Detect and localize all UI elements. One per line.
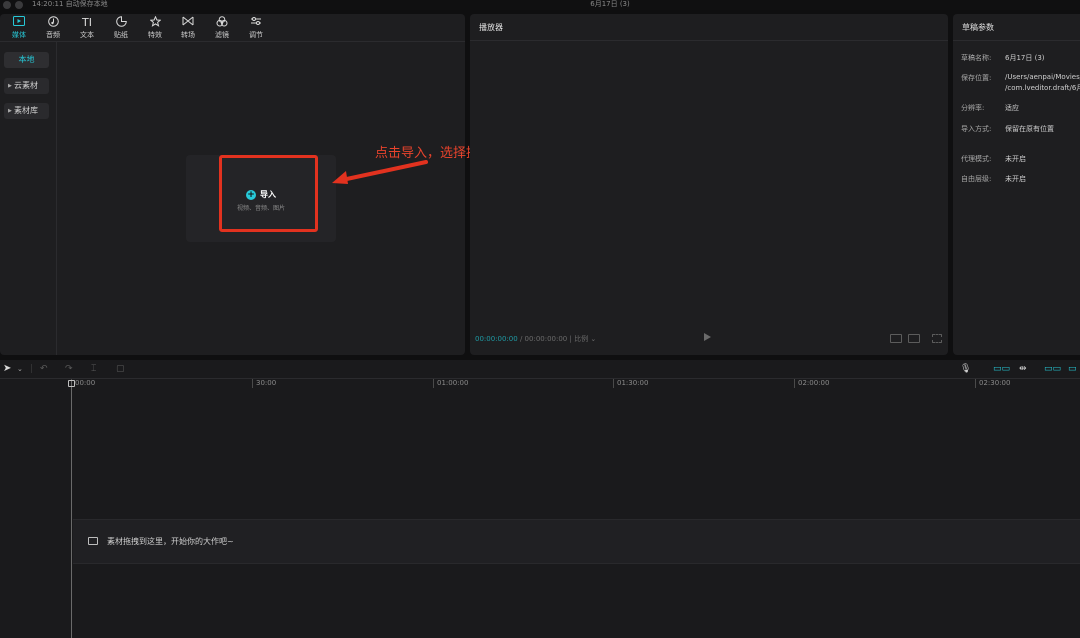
snap-icon[interactable]: ⇹: [1019, 364, 1027, 374]
film-icon: [88, 537, 98, 545]
adjust-icon: [241, 16, 271, 30]
transition-icon: [173, 16, 203, 30]
tab-text[interactable]: TI 文本: [72, 16, 102, 40]
param-value: 未开启: [1005, 175, 1026, 183]
param-value: 适应: [1005, 104, 1019, 112]
param-label: 代理模式:: [961, 155, 992, 163]
caret-right-icon: ▶: [8, 108, 12, 114]
chevron-down-icon[interactable]: ⌄: [17, 365, 23, 373]
microphone-icon[interactable]: 🎙: [960, 364, 971, 374]
tab-transition[interactable]: 转场: [173, 16, 203, 40]
ruler-tick: 02:00:00: [794, 379, 829, 388]
param-value: /com.lveditor.draft/6月: [1005, 84, 1080, 92]
sidebar-item-local[interactable]: 本地: [4, 52, 49, 68]
playhead[interactable]: [71, 380, 72, 638]
drop-hint: 素材拖拽到这里，开始你的大作吧~: [107, 537, 234, 546]
tab-media[interactable]: 媒体: [4, 16, 34, 40]
params-title: 草稿参数: [962, 23, 994, 32]
param-label: 导入方式:: [961, 125, 992, 133]
total-time: 00:00:00:00: [524, 335, 568, 343]
ruler-tick: 30:00: [252, 379, 276, 388]
ruler-tick: 01:00:00: [433, 379, 468, 388]
preview-quality-icon[interactable]: [890, 334, 902, 343]
tab-adjust[interactable]: 调节: [241, 16, 271, 40]
sidebar-item-label: 素材库: [14, 106, 38, 115]
tab-effects[interactable]: 特效: [140, 15, 170, 40]
tab-label: 音频: [46, 31, 60, 39]
sidebar-item-label: 云素材: [14, 81, 38, 90]
sticker-icon: [106, 16, 136, 30]
sidebar-item-cloud[interactable]: ▶ 云素材: [4, 78, 49, 94]
param-value: 6月17日 (3): [1005, 54, 1045, 62]
current-time: 00:00:00:00: [475, 335, 518, 343]
timeline-ruler: 00:00 30:00 01:00:00 01:30:00 02:00:00 0…: [0, 379, 1080, 389]
tab-label: 文本: [80, 31, 94, 39]
window-title: 6月17日 (3): [590, 0, 630, 8]
timeline-panel: ➤ ⌄ | ↶ ↷ ⌶ ▢ 🎙 ▭▭ ⇹ ▭▭ ▭ 00:00 30:00 01…: [0, 360, 1080, 638]
linkage-icon[interactable]: ▭▭: [1044, 364, 1061, 374]
redo-icon[interactable]: ↷: [65, 364, 73, 374]
audio-icon: [38, 16, 68, 30]
player-timecode: 00:00:00:00 / 00:00:00:00 | 比例 ⌄: [475, 335, 597, 343]
title-bar: 14:20:11 自动保存本地 6月17日 (3): [0, 0, 1080, 10]
param-value: 未开启: [1005, 155, 1026, 163]
tab-sticker[interactable]: 贴纸: [106, 16, 136, 40]
tab-label: 滤镜: [215, 31, 229, 39]
param-label: 分辨率:: [961, 104, 985, 112]
player-title: 播放器: [479, 23, 503, 32]
tab-audio[interactable]: 音频: [38, 16, 68, 40]
filter-icon: [207, 16, 237, 30]
draft-params-panel: 草稿参数 草稿名称: 6月17日 (3) 保存位置: /Users/aenpai…: [953, 14, 1080, 355]
highlight-box: [219, 155, 318, 232]
param-label: 保存位置:: [961, 74, 992, 82]
delete-icon[interactable]: ▢: [116, 364, 125, 374]
timeline-toolbar: ➤ ⌄ | ↶ ↷ ⌶ ▢ 🎙 ▭▭ ⇹ ▭▭ ▭: [0, 360, 1080, 379]
media-toolbar: 媒体 音频 TI 文本 贴纸 特效 转场 滤镜 调节: [0, 14, 465, 42]
ruler-tick: 02:30:00: [975, 379, 1010, 388]
divider: [470, 40, 948, 41]
media-icon: [4, 16, 34, 30]
tab-label: 媒体: [12, 31, 26, 39]
chevron-down-icon: ⌄: [590, 335, 597, 343]
main-track-drop-zone[interactable]: 素材拖拽到这里，开始你的大作吧~: [73, 519, 1080, 564]
ratio-dropdown[interactable]: 比例: [574, 335, 588, 343]
undo-icon[interactable]: ↶: [40, 364, 48, 374]
effects-icon: [140, 15, 170, 30]
media-sidebar: 本地 ▶ 云素材 ▶ 素材库: [0, 42, 57, 355]
param-label: 草稿名称:: [961, 54, 992, 62]
split-icon[interactable]: ⌶: [91, 364, 96, 374]
preview-axis-icon[interactable]: ▭: [1068, 364, 1077, 374]
divider: |: [30, 364, 34, 374]
param-label: 自由层级:: [961, 175, 992, 183]
tab-label: 转场: [181, 31, 195, 39]
fullscreen-icon[interactable]: [932, 334, 942, 343]
caret-right-icon: ▶: [8, 83, 12, 89]
ruler-tick: 01:30:00: [613, 379, 648, 388]
tab-filter[interactable]: 滤镜: [207, 16, 237, 40]
tab-label: 调节: [249, 31, 263, 39]
param-value: /Users/aenpai/Movies/: [1005, 73, 1080, 81]
text-icon: TI: [82, 16, 92, 29]
sidebar-item-library[interactable]: ▶ 素材库: [4, 103, 49, 119]
link-main-track-icon[interactable]: ▭▭: [993, 364, 1010, 374]
select-cursor-icon[interactable]: ➤: [3, 363, 11, 374]
tab-label: 贴纸: [114, 31, 128, 39]
play-icon[interactable]: [704, 333, 711, 341]
tab-label: 特效: [148, 31, 162, 39]
player-panel: 播放器 00:00:00:00 / 00:00:00:00 | 比例 ⌄: [470, 14, 948, 355]
param-value: 保留在原有位置: [1005, 125, 1054, 133]
playhead-handle[interactable]: [68, 380, 75, 387]
divider: [953, 40, 1080, 41]
ratio-icon[interactable]: [908, 334, 920, 343]
